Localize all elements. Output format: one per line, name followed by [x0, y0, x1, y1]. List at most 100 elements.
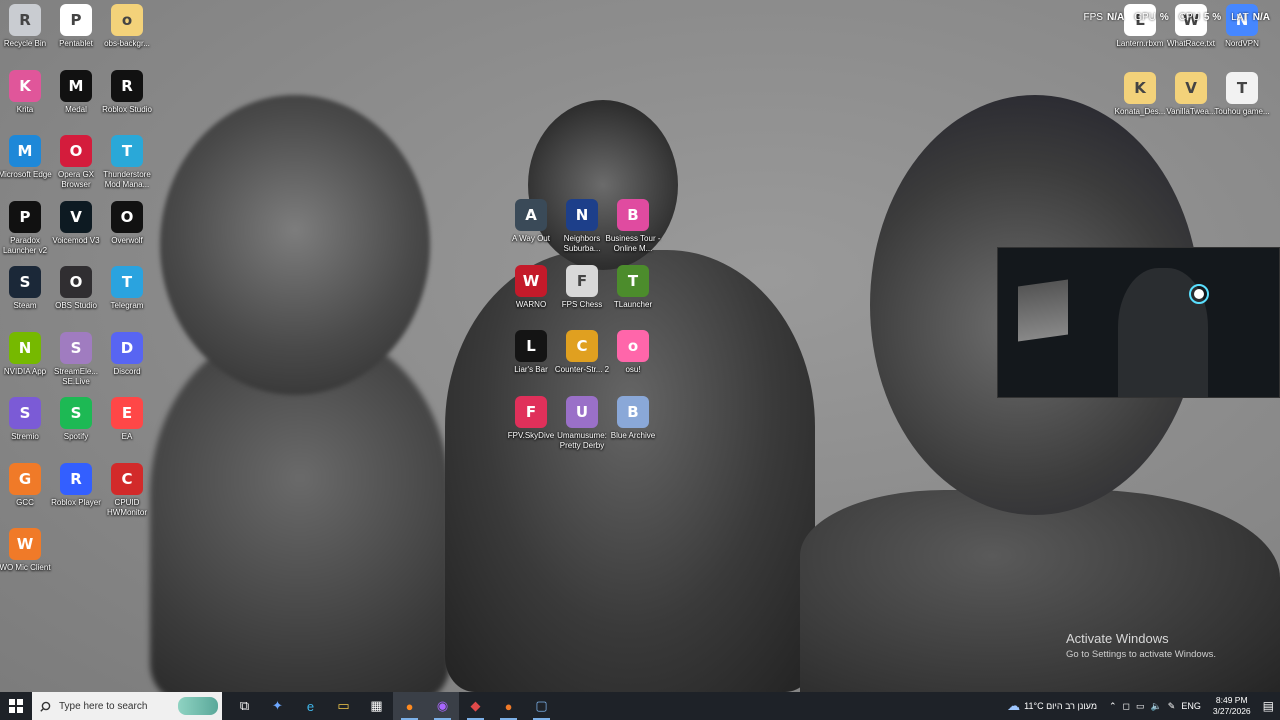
- firefox-icon: ●: [405, 698, 414, 714]
- clock[interactable]: 8:49 PM 3/27/2026: [1213, 695, 1251, 717]
- copilot-icon: ✦: [272, 698, 283, 713]
- desktop-shortcut-wo-mic-client[interactable]: W WO Mic Client: [0, 528, 56, 573]
- desktop-shortcut-overwolf[interactable]: O Overwolf: [96, 200, 158, 246]
- chevron-up-icon[interactable]: ⌃: [1109, 701, 1117, 712]
- gpu-stat: GPU%: [1134, 12, 1169, 23]
- webcam-preview[interactable]: [997, 247, 1280, 398]
- tray-app-icon[interactable]: ◻: [1123, 701, 1130, 712]
- thunderstore-icon: T: [111, 135, 143, 167]
- desktop-shortcut-osu[interactable]: o osu!: [602, 330, 664, 375]
- obs-icon: O: [60, 266, 92, 298]
- search-placeholder: Type here to search: [59, 700, 148, 712]
- desktop-shortcut-business-tour-online-m[interactable]: B Business Tour - Online M...: [602, 199, 664, 254]
- desktop-shortcut-roblox-studio[interactable]: R Roblox Studio: [96, 69, 158, 115]
- store-icon: ▦: [370, 698, 383, 713]
- streamelements-icon: S: [60, 331, 92, 364]
- desktop-shortcut-thunderstore-mod-mana[interactable]: T Thunderstore Mod Mana...: [96, 135, 158, 190]
- firefox-taskbar-button[interactable]: ●: [393, 692, 426, 720]
- roblox-studio-icon: R: [111, 69, 143, 102]
- chrome-obs-taskbar-button[interactable]: ◉: [426, 692, 459, 720]
- activate-windows-watermark: Activate Windows Go to Settings to activ…: [1066, 631, 1216, 660]
- desktop-shortcut-touhou-game[interactable]: T Touhou game...: [1211, 72, 1273, 117]
- desktop-shortcut-tlauncher[interactable]: T TLauncher: [602, 264, 664, 310]
- search-highlight-art: [178, 697, 218, 715]
- steam-icon: S: [9, 266, 41, 298]
- rgb-light-icon: [1189, 284, 1209, 304]
- window-app-taskbar-button[interactable]: ▢: [525, 692, 558, 720]
- fps-stat: FPS N/A: [1083, 12, 1125, 23]
- a-way-out-icon: A: [515, 199, 547, 231]
- desktop-shortcut-label: Thunderstore Mod Mana...: [103, 170, 151, 189]
- cpu-stat: CPU 5 %: [1178, 12, 1222, 23]
- desktop-shortcut-discord[interactable]: D Discord: [96, 331, 158, 377]
- taskbar: Type here to search ⧉ ✦ e ▭ ▦ ● ◉ ◆ ● ▢ ☁ 11°C מע…: [0, 692, 1280, 720]
- hwmonitor-icon: C: [111, 462, 143, 495]
- weather-widget[interactable]: ☁ 11°C מעונן רב היום: [1007, 698, 1097, 714]
- edge-taskbar-icon: e: [306, 698, 315, 714]
- window-app-icon: ▢: [535, 698, 548, 713]
- task-view-taskbar-button[interactable]: ⧉: [228, 692, 261, 720]
- folder-icon: K: [1124, 72, 1156, 104]
- taskbar-apps: ⧉ ✦ e ▭ ▦ ● ◉ ◆ ● ▢: [228, 692, 558, 720]
- voicemod-icon: V: [60, 200, 92, 233]
- weather-icon: ☁: [1007, 698, 1021, 713]
- taskbar-search-box[interactable]: Type here to search: [32, 692, 222, 720]
- webcam-monitor: [1018, 279, 1068, 342]
- nvidia-icon: N: [9, 331, 41, 364]
- desktop-shortcut-label: Blue Archive: [610, 430, 656, 440]
- pentablet-icon: P: [60, 4, 92, 36]
- ea-icon: E: [111, 397, 143, 429]
- opera-gx-icon: O: [60, 135, 92, 167]
- desktop-shortcut-cpuid-hwmonitor[interactable]: C CPUID HWMonitor: [96, 462, 158, 518]
- network-icon[interactable]: ▭: [1136, 701, 1145, 712]
- overwolf-icon: O: [111, 200, 143, 233]
- folder-icon: V: [1175, 72, 1207, 104]
- paint-taskbar-button[interactable]: ◆: [459, 692, 492, 720]
- roblox-player-icon: R: [60, 462, 92, 495]
- lat-stat: LAT N/A: [1231, 12, 1270, 23]
- desktop: R Recycle Bin P Pentablet o obs-backgr... K Kri…: [0, 0, 1280, 692]
- start-button[interactable]: [0, 692, 32, 720]
- desktop-shortcut-label: Touhou game...: [1214, 107, 1270, 116]
- telegram-icon: T: [111, 266, 143, 298]
- wallpaper-figure-left-head: [160, 95, 430, 395]
- mic-taskbar-taskbar-button[interactable]: ●: [492, 692, 525, 720]
- desktop-shortcut-nordvpn[interactable]: N NordVPN: [1211, 4, 1273, 49]
- performance-overlay: FPS N/A GPU% CPU 5 % LAT N/A: [1084, 12, 1270, 23]
- paint-icon: ◆: [470, 698, 481, 713]
- desktop-shortcut-label: Telegram: [110, 301, 144, 310]
- osu-icon: o: [617, 330, 649, 362]
- pen-icon[interactable]: ✎: [1168, 701, 1176, 712]
- business-tour-icon: B: [617, 199, 649, 231]
- desktop-shortcut-telegram[interactable]: T Telegram: [96, 266, 158, 311]
- weather-text: 11°C מעונן רב היום: [1024, 701, 1097, 711]
- wallpaper-figure-center-body: [445, 250, 815, 692]
- copilot-taskbar-button[interactable]: ✦: [261, 692, 294, 720]
- store-taskbar-button[interactable]: ▦: [360, 692, 393, 720]
- desktop-shortcut-label: obs-backgr...: [104, 39, 150, 48]
- edge-icon: M: [9, 135, 41, 167]
- volume-icon[interactable]: 🔈: [1151, 701, 1162, 712]
- activate-windows-subtitle: Go to Settings to activate Windows.: [1066, 649, 1216, 660]
- skydive-icon: F: [515, 395, 547, 428]
- file-icon: T: [1226, 72, 1258, 104]
- task-view-icon: ⧉: [239, 698, 250, 713]
- desktop-shortcut-label: Discord: [113, 366, 141, 376]
- recycle-bin-icon: R: [9, 4, 41, 36]
- microphone-icon: W: [9, 528, 41, 560]
- language-indicator[interactable]: ENG: [1181, 701, 1201, 711]
- folder-icon: o: [111, 4, 143, 36]
- desktop-shortcut-blue-archive[interactable]: B Blue Archive: [602, 395, 664, 441]
- windows-logo-icon: [9, 699, 23, 713]
- discord-icon: D: [111, 331, 143, 364]
- edge-taskbar-taskbar-button[interactable]: e: [294, 692, 327, 720]
- desktop-shortcut-label: Business Tour - Online M...: [605, 234, 661, 253]
- desktop-shortcut-ea[interactable]: E EA: [96, 397, 158, 442]
- desktop-shortcut-obs-backgr[interactable]: o obs-backgr...: [96, 4, 158, 49]
- notification-icon[interactable]: ▤: [1263, 699, 1274, 713]
- desktop-shortcut-label: Overwolf: [111, 235, 143, 245]
- file-explorer-taskbar-button[interactable]: ▭: [327, 692, 360, 720]
- desktop-shortcut-label: WO Mic Client: [0, 563, 51, 572]
- warno-icon: W: [515, 264, 547, 297]
- tlauncher-icon: T: [617, 264, 649, 297]
